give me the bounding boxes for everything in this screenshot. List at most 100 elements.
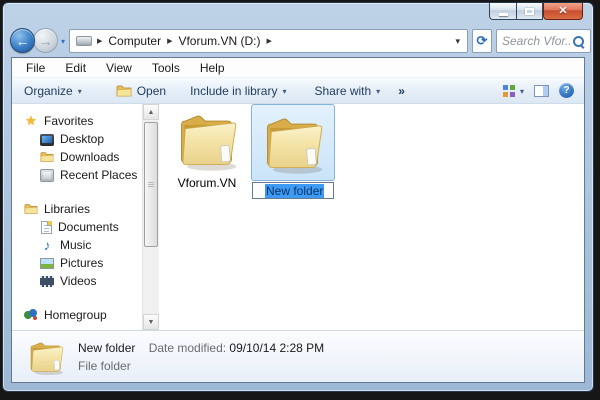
change-view-button[interactable]: ▾ bbox=[502, 84, 524, 97]
sidebar-label: Downloads bbox=[60, 150, 120, 164]
sidebar-item-downloads[interactable]: Downloads bbox=[12, 148, 142, 166]
sidebar-item-videos[interactable]: Videos bbox=[12, 272, 142, 290]
breadcrumb-arrow-icon[interactable]: ▶ bbox=[266, 37, 271, 45]
sidebar-item-pictures[interactable]: Pictures bbox=[12, 254, 142, 272]
address-bar[interactable]: ▶ Computer ▶ Vforum.VN (D:) ▶ ▾ bbox=[69, 29, 468, 53]
search-input[interactable]: Search Vfor... bbox=[502, 34, 572, 48]
scroll-up-button[interactable]: ▲ bbox=[143, 104, 159, 120]
search-icon[interactable] bbox=[572, 35, 585, 48]
desktop-icon bbox=[40, 133, 54, 146]
scrollbar-thumb[interactable] bbox=[144, 122, 158, 247]
forward-button[interactable]: → bbox=[33, 28, 58, 53]
organize-label: Organize bbox=[24, 83, 73, 98]
sidebar-item-music[interactable]: ♪ Music bbox=[12, 236, 142, 254]
sidebar-label: Pictures bbox=[60, 256, 104, 270]
folder-name-label[interactable]: Vforum.VN bbox=[169, 176, 245, 190]
breadcrumb-arrow-icon[interactable]: ▶ bbox=[97, 37, 102, 45]
menu-bar: File Edit View Tools Help bbox=[12, 58, 584, 78]
sidebar-label: Desktop bbox=[60, 132, 105, 146]
sidebar-label: Videos bbox=[60, 274, 97, 288]
sidebar-item-homegroup[interactable]: Homegroup bbox=[12, 306, 142, 324]
recent-places-icon bbox=[40, 168, 54, 182]
film-strip-icon bbox=[40, 276, 54, 287]
scroll-down-icon: ▼ bbox=[147, 318, 155, 326]
sidebar-item-favorites[interactable]: ★ Favorites bbox=[12, 112, 142, 130]
menu-file[interactable]: File bbox=[16, 59, 55, 77]
menu-edit[interactable]: Edit bbox=[55, 59, 96, 77]
history-dropdown-icon[interactable]: ▾ bbox=[61, 37, 65, 46]
folder-icon bbox=[259, 109, 327, 177]
sidebar-label: Favorites bbox=[44, 114, 94, 128]
rename-selected-text: New folder bbox=[265, 183, 325, 198]
folder-tile-vforum[interactable]: Vforum.VN bbox=[169, 106, 245, 190]
folder-icon bbox=[116, 83, 132, 99]
forward-icon: → bbox=[38, 32, 53, 49]
command-bar: Organize ▾ Open Include in library ▾ Sha… bbox=[12, 78, 584, 104]
sidebar-label: Libraries bbox=[44, 202, 91, 216]
more-commands-button[interactable]: » bbox=[398, 84, 405, 98]
scrollbar-grip bbox=[148, 181, 154, 188]
explorer-window: ✕ ← → ▾ ▶ Computer ▶ Vforum.VN (D:) ▶ ▾ … bbox=[2, 2, 594, 392]
details-file-name: New folder bbox=[78, 340, 136, 355]
details-date-value: 09/10/14 2:28 PM bbox=[229, 340, 325, 355]
folder-icon bbox=[40, 150, 54, 164]
client-area: File Edit View Tools Help Organize ▾ Ope… bbox=[11, 57, 585, 383]
homegroup-icon bbox=[24, 308, 38, 322]
sidebar-label: Documents bbox=[58, 220, 119, 234]
preview-pane-icon bbox=[534, 84, 549, 97]
scroll-down-button[interactable]: ▼ bbox=[143, 314, 159, 330]
file-list-area[interactable]: Vforum.VN New folder bbox=[159, 104, 584, 330]
vertical-scrollbar[interactable]: ▲ ▼ bbox=[142, 104, 159, 330]
titlebar[interactable]: ✕ bbox=[3, 3, 593, 25]
share-with-button[interactable]: Share with ▾ bbox=[314, 84, 380, 98]
help-icon: ? bbox=[559, 83, 574, 98]
chevron-down-icon: ▾ bbox=[376, 86, 381, 96]
views-grid-icon bbox=[502, 84, 515, 97]
document-icon bbox=[41, 220, 52, 234]
search-box[interactable]: Search Vfor... bbox=[496, 29, 591, 53]
menu-help[interactable]: Help bbox=[190, 59, 235, 77]
organize-button[interactable]: Organize ▾ bbox=[24, 84, 82, 98]
picture-icon bbox=[40, 258, 54, 269]
window-controls: ✕ bbox=[489, 3, 583, 20]
navigation-bar: ← → ▾ ▶ Computer ▶ Vforum.VN (D:) ▶ ▾ ⟳ … bbox=[3, 25, 593, 57]
details-date-label: Date modified: bbox=[148, 340, 227, 355]
music-note-icon: ♪ bbox=[43, 237, 51, 253]
sidebar-label: Homegroup bbox=[44, 308, 107, 322]
chevron-down-icon: ▾ bbox=[282, 86, 287, 96]
minimize-icon bbox=[498, 12, 508, 16]
close-button[interactable]: ✕ bbox=[543, 3, 583, 20]
refresh-icon: ⟳ bbox=[476, 33, 488, 48]
breadcrumb-computer[interactable]: Computer bbox=[107, 32, 162, 50]
refresh-button[interactable]: ⟳ bbox=[472, 29, 492, 53]
breadcrumb-drive[interactable]: Vforum.VN (D:) bbox=[177, 32, 261, 50]
rename-input[interactable]: New folder bbox=[252, 182, 334, 199]
sidebar-label: Music bbox=[60, 238, 92, 252]
back-button[interactable]: ← bbox=[10, 28, 35, 53]
preview-pane-button[interactable] bbox=[534, 84, 549, 97]
sidebar-item-desktop[interactable]: Desktop bbox=[12, 130, 142, 148]
star-icon: ★ bbox=[25, 113, 37, 128]
minimize-button[interactable] bbox=[489, 3, 516, 20]
address-dropdown-icon[interactable]: ▾ bbox=[455, 36, 463, 47]
folder-tile-new-selected[interactable] bbox=[251, 104, 335, 181]
libraries-icon bbox=[24, 202, 38, 216]
details-pane: New folder Date modified: 09/10/14 2:28 … bbox=[12, 330, 584, 382]
chevron-down-icon: ▾ bbox=[519, 86, 524, 96]
maximize-button[interactable] bbox=[516, 3, 543, 20]
sidebar-item-documents[interactable]: Documents bbox=[12, 218, 142, 236]
navigation-pane: ★ Favorites Desktop Downloads Recent Pla… bbox=[12, 104, 142, 330]
menu-tools[interactable]: Tools bbox=[142, 59, 190, 77]
open-button[interactable]: Open bbox=[116, 83, 166, 99]
sidebar-item-libraries[interactable]: Libraries bbox=[12, 200, 142, 218]
open-label: Open bbox=[136, 83, 167, 98]
menu-view[interactable]: View bbox=[96, 59, 142, 77]
help-button[interactable]: ? bbox=[559, 83, 574, 98]
maximize-icon bbox=[525, 7, 534, 15]
sidebar-item-recent-places[interactable]: Recent Places bbox=[12, 166, 142, 184]
breadcrumb-arrow-icon[interactable]: ▶ bbox=[167, 37, 172, 45]
include-in-library-button[interactable]: Include in library ▾ bbox=[190, 84, 286, 98]
chevron-down-icon: ▾ bbox=[77, 86, 82, 96]
scroll-up-icon: ▲ bbox=[147, 108, 155, 116]
close-icon: ✕ bbox=[558, 4, 568, 17]
